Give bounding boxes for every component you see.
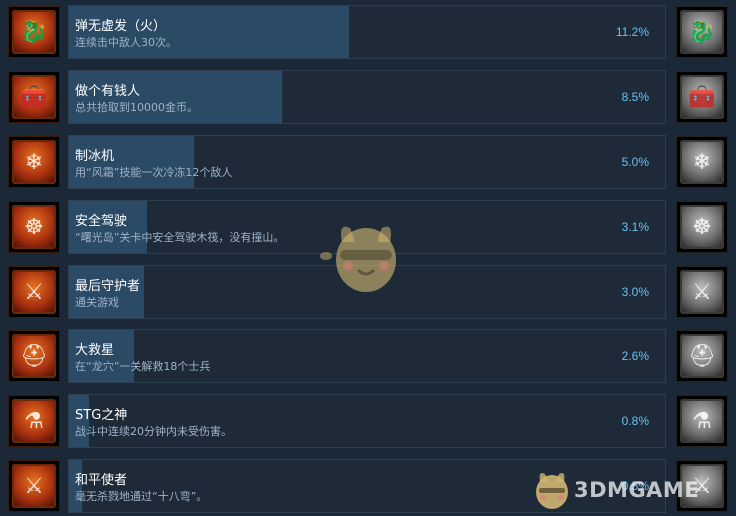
achievement-row: ⛑ 大救星在“龙穴”一关解救18个士兵 2.6% ⛑ <box>0 328 736 386</box>
unlock-percentage: 8.5% <box>621 90 649 104</box>
achievement-description: 战斗中连续20分钟内未受伤害。 <box>75 425 232 438</box>
achievement-name: 安全驾驶 <box>75 214 128 229</box>
knight-helmet-icon: ⛑ <box>8 330 60 382</box>
unlock-percentage: 11.2% <box>615 25 649 39</box>
watermark-mascot-icon <box>536 473 568 509</box>
dragon-gray-icon: 🐉 <box>676 6 728 58</box>
mascot-watermark-icon <box>320 226 396 292</box>
achievement-name: 做个有钱人 <box>75 84 141 99</box>
achievement-name: STG之神 <box>75 408 128 423</box>
achievement-panel: 做个有钱人总共拾取到10000金币。 8.5% <box>68 70 666 124</box>
achievement-row: 🐉 弹无虚发（火） 连续击中敌人30次。 11.2% 🐉 <box>0 4 736 62</box>
achievement-row: ⚗ STG之神战斗中连续20分钟内未受伤害。 0.8% ⚗ <box>0 393 736 451</box>
game-logo-icon: ⚔ <box>8 266 60 318</box>
unlock-percentage: 3.0% <box>621 285 649 299</box>
achievement-description: 用“风霜”技能一次冷冻12个敌人 <box>75 166 233 179</box>
achievement-name: 大救星 <box>75 343 115 358</box>
game-logo-gray-icon: ⚔ <box>676 266 728 318</box>
achievement-name: 和平使者 <box>75 473 128 488</box>
achievement-description: 总共拾取到10000金币。 <box>75 101 198 114</box>
achievement-panel: 大救星在“龙穴”一关解救18个士兵 2.6% <box>68 329 666 383</box>
achievement-panel: STG之神战斗中连续20分钟内未受伤害。 0.8% <box>68 394 666 448</box>
watermark-text: 3DMGAME <box>574 478 700 502</box>
ice-crystal-gray-icon: ❄ <box>676 136 728 188</box>
potion-icon: ⚗ <box>8 395 60 447</box>
achievement-name: 制冰机 <box>75 149 115 164</box>
achievement-description: 通关游戏 <box>75 296 119 309</box>
dragon-icon: 🐉 <box>8 6 60 58</box>
achievement-name: 弹无虚发（火） <box>75 19 167 34</box>
achievement-description: 在“龙穴”一关解救18个士兵 <box>75 360 211 373</box>
achievement-description: “曙光岛”关卡中安全驾驶木筏，没有撞山。 <box>75 231 285 244</box>
ship-wheel-icon: ☸ <box>8 201 60 253</box>
site-watermark: 3DMGAME <box>530 468 726 512</box>
knight-helmet-gray-icon: ⛑ <box>676 330 728 382</box>
achievement-panel: 制冰机用“风霜”技能一次冷冻12个敌人 5.0% <box>68 135 666 189</box>
achievement-description: 毫无杀戮地通过“十八弯”。 <box>75 490 208 503</box>
treasure-chest-icon: 🧰 <box>8 71 60 123</box>
potion-gray-icon: ⚗ <box>676 395 728 447</box>
ship-wheel-gray-icon: ☸ <box>676 201 728 253</box>
ice-crystal-icon: ❄ <box>8 136 60 188</box>
unlock-percentage: 5.0% <box>621 155 649 169</box>
unlock-percentage: 2.6% <box>621 349 649 363</box>
achievement-row: 🧰 做个有钱人总共拾取到10000金币。 8.5% 🧰 <box>0 69 736 127</box>
achievement-description: 连续击中敌人30次。 <box>75 36 177 49</box>
achievement-row: ❄ 制冰机用“风霜”技能一次冷冻12个敌人 5.0% ❄ <box>0 134 736 192</box>
achievement-panel: 弹无虚发（火） 连续击中敌人30次。 11.2% <box>68 5 666 59</box>
achievement-name: 最后守护者 <box>75 279 141 294</box>
treasure-chest-gray-icon: 🧰 <box>676 71 728 123</box>
unlock-percentage: 3.1% <box>621 220 649 234</box>
unlock-percentage: 0.8% <box>621 414 649 428</box>
crossed-swords-icon: ⚔ <box>8 460 60 512</box>
